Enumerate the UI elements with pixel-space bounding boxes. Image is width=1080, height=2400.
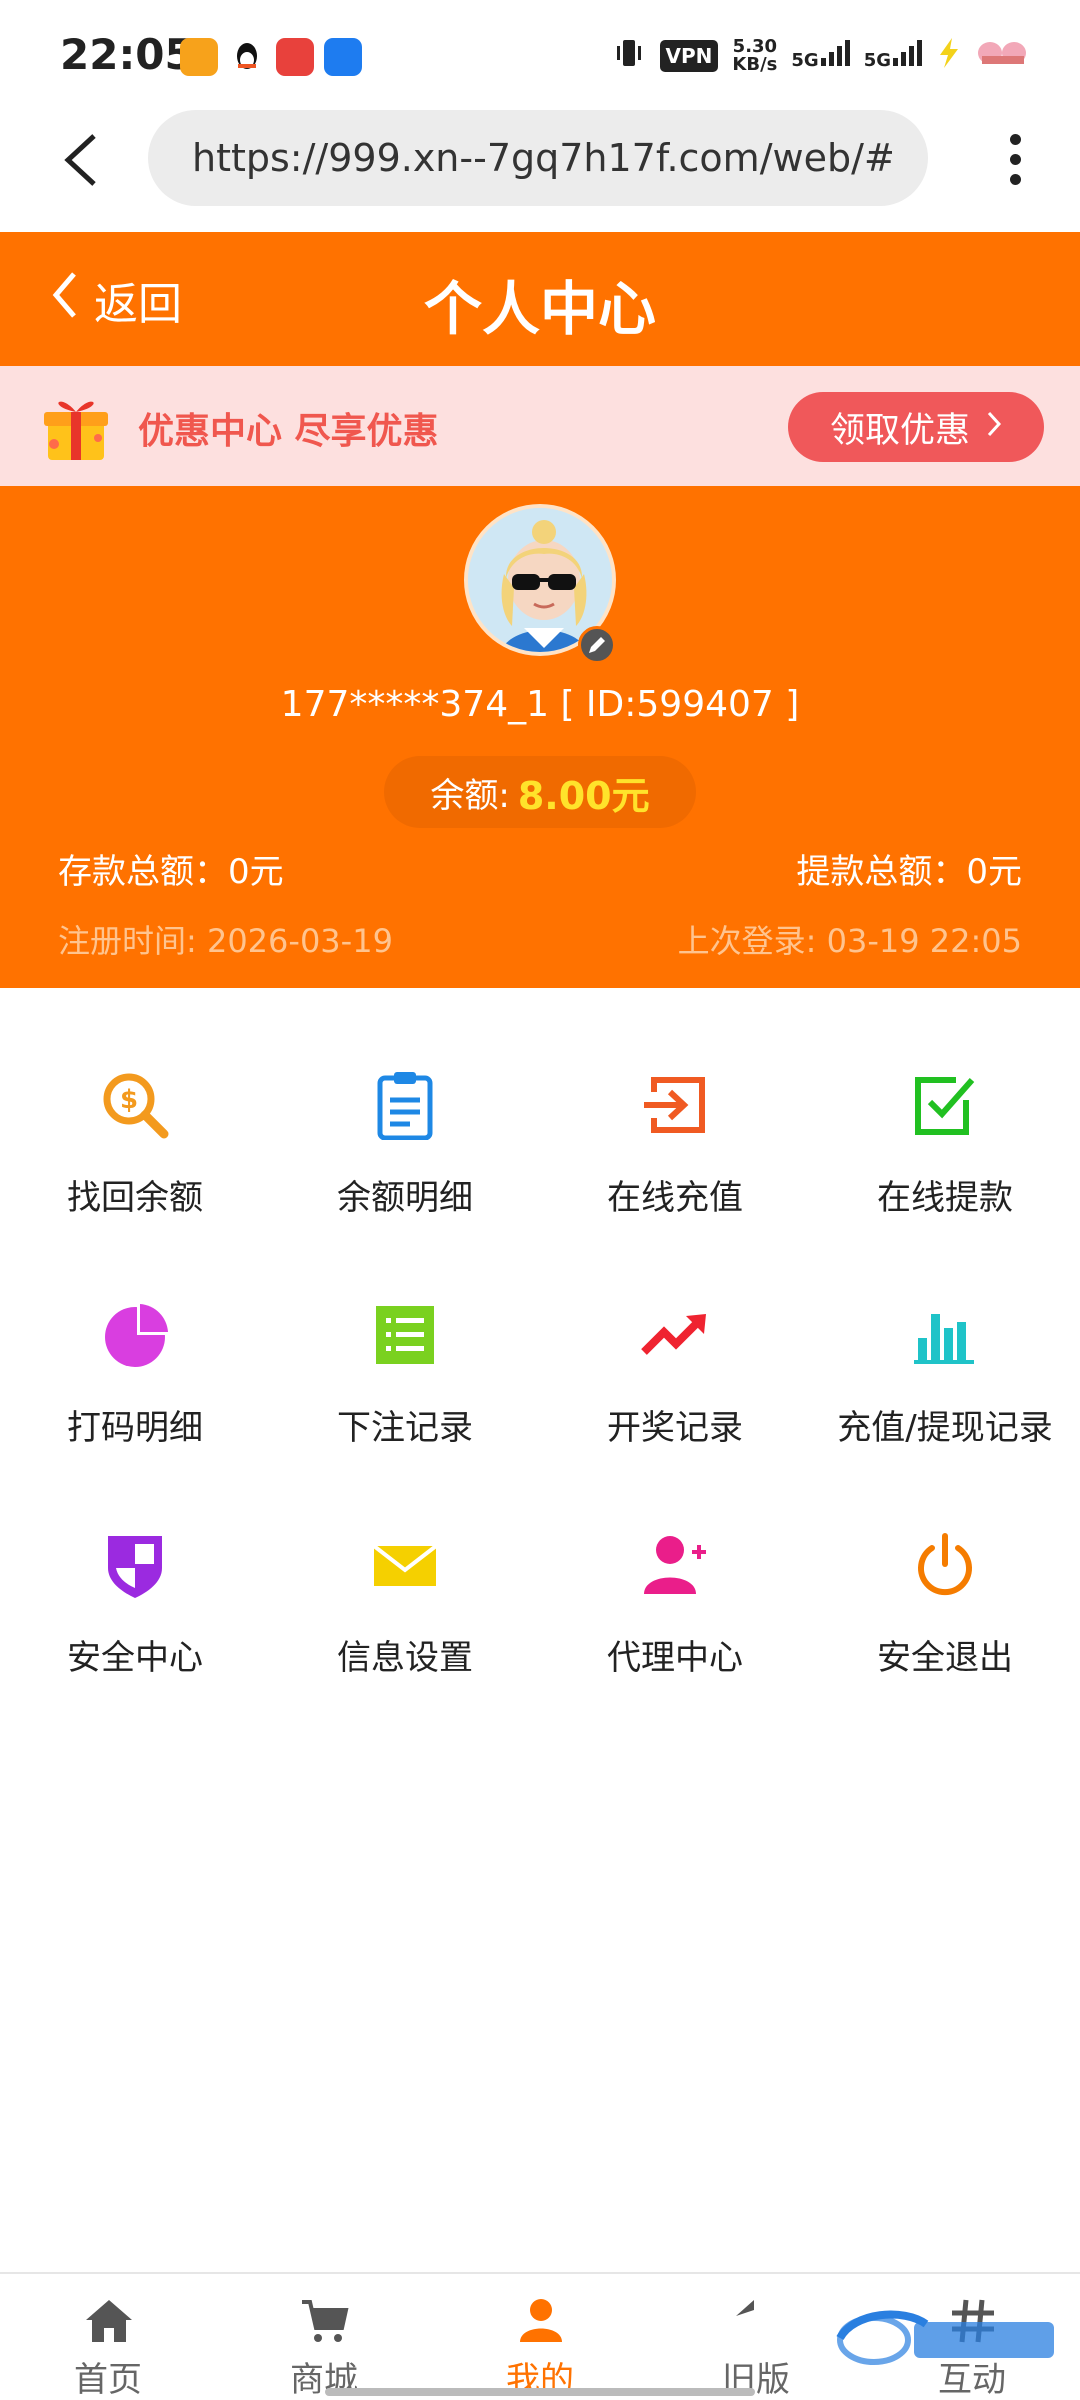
more-options-icon[interactable] bbox=[1010, 134, 1024, 186]
charging-icon bbox=[936, 38, 962, 73]
menu-item-betting-details[interactable]: 打码明细 bbox=[0, 1270, 270, 1470]
speed-unit: KB/s bbox=[732, 53, 778, 75]
add-user-icon bbox=[640, 1530, 710, 1600]
dollar-search-icon: $ bbox=[100, 1070, 170, 1140]
menu-item-online-deposit[interactable]: 在线充值 bbox=[540, 1040, 810, 1240]
watermark-logo bbox=[834, 2294, 1064, 2378]
url-text: https://999.xn--7gq7h17f.com/web/#/ bbox=[192, 136, 892, 180]
browser-back-button[interactable] bbox=[58, 130, 102, 210]
menu-item-deposit-withdraw-records[interactable]: 充值/提现记录 bbox=[810, 1270, 1080, 1470]
svg-text:$: $ bbox=[120, 1085, 138, 1115]
menu-item-recover-balance[interactable]: $ 找回余额 bbox=[0, 1040, 270, 1240]
claim-offer-label: 领取优惠 bbox=[829, 410, 970, 451]
menu-label: 找回余额 bbox=[67, 1178, 203, 1218]
nav-item-shop[interactable]: 商城 bbox=[216, 2274, 432, 2400]
reply-icon bbox=[732, 2296, 782, 2346]
nav-label: 首页 bbox=[74, 2360, 142, 2400]
nfc-app-icon bbox=[324, 38, 362, 76]
register-time: 注册时间: 2026-03-19 bbox=[58, 922, 393, 960]
menu-item-balance-details[interactable]: 余额明细 bbox=[270, 1040, 540, 1240]
pie-chart-icon bbox=[100, 1300, 170, 1370]
menu-item-security-center[interactable]: 安全中心 bbox=[0, 1500, 270, 1700]
login-box-icon bbox=[640, 1070, 710, 1140]
menu-item-info-settings[interactable]: 信息设置 bbox=[270, 1500, 540, 1700]
envelope-icon bbox=[370, 1530, 440, 1600]
menu-label: 下注记录 bbox=[337, 1408, 473, 1448]
network-speed: 5.30 KB/s bbox=[732, 37, 778, 75]
list-icon bbox=[370, 1300, 440, 1370]
home-indicator[interactable] bbox=[325, 2388, 755, 2396]
balance-value: 8.00元 bbox=[517, 773, 650, 818]
cart-icon bbox=[300, 2296, 350, 2346]
menu-item-online-withdraw[interactable]: 在线提款 bbox=[810, 1040, 1080, 1240]
browser-toolbar: https://999.xn--7gq7h17f.com/web/#/ bbox=[0, 110, 1080, 232]
signal-bars-icon bbox=[820, 40, 850, 66]
last-login-time: 上次登录: 03-19 22:05 bbox=[677, 922, 1022, 960]
trend-up-icon bbox=[640, 1300, 710, 1370]
menu-label: 安全中心 bbox=[67, 1638, 203, 1678]
address-bar[interactable]: https://999.xn--7gq7h17f.com/web/#/ bbox=[148, 110, 928, 206]
menu-label: 充值/提现记录 bbox=[837, 1408, 1053, 1448]
menu-label: 打码明细 bbox=[67, 1408, 203, 1448]
balance-label: 余额: bbox=[430, 775, 510, 816]
network-type-1: 5G bbox=[791, 50, 819, 71]
battery-icon bbox=[976, 36, 1030, 75]
promo-banner[interactable]: 优惠中心 尽享优惠 领取优惠 bbox=[0, 366, 1080, 486]
menu-item-agent-center[interactable]: 代理中心 bbox=[540, 1500, 810, 1700]
chevron-right-icon bbox=[986, 407, 1002, 447]
nav-item-home[interactable]: 首页 bbox=[0, 2274, 216, 2400]
claim-offer-button[interactable]: 领取优惠 bbox=[788, 392, 1044, 462]
signal-2: 5G bbox=[864, 40, 922, 71]
shield-icon bbox=[100, 1530, 170, 1600]
user-icon bbox=[516, 2296, 566, 2346]
menu-item-bet-records[interactable]: 下注记录 bbox=[270, 1270, 540, 1470]
status-time: 22:05 bbox=[60, 30, 194, 79]
menu-item-draw-records[interactable]: 开奖记录 bbox=[540, 1270, 810, 1470]
status-bar: 22:05 VPN 5.30 KB/s 5G 5G bbox=[0, 0, 1080, 110]
home-icon bbox=[84, 2296, 134, 2346]
promo-text: 优惠中心 尽享优惠 bbox=[138, 411, 439, 452]
menu-label: 开奖记录 bbox=[607, 1408, 743, 1448]
page-title: 个人中心 bbox=[423, 275, 656, 343]
menu-label: 代理中心 bbox=[607, 1638, 743, 1678]
power-icon bbox=[910, 1530, 980, 1600]
nav-item-old-version[interactable]: 旧版 bbox=[648, 2274, 864, 2400]
menu-label: 余额明细 bbox=[337, 1178, 473, 1218]
network-type-2: 5G bbox=[863, 50, 891, 71]
clipboard-icon bbox=[370, 1070, 440, 1141]
app-notification-icon bbox=[180, 38, 218, 76]
signal-1: 5G bbox=[791, 40, 850, 71]
bar-chart-icon bbox=[910, 1300, 980, 1370]
balance-badge: 余额: 8.00元 bbox=[384, 756, 696, 828]
checkbox-icon bbox=[910, 1070, 980, 1140]
notification-icons bbox=[180, 38, 362, 76]
vibrate-icon bbox=[612, 36, 646, 75]
menu-label: 在线提款 bbox=[877, 1178, 1013, 1218]
withdraw-total: 提款总额：0元 bbox=[796, 852, 1022, 892]
vpn-badge: VPN bbox=[659, 39, 719, 72]
gift-icon bbox=[40, 388, 112, 464]
qq-icon bbox=[228, 38, 266, 76]
edit-avatar-icon[interactable] bbox=[578, 626, 616, 664]
signal-bars-icon bbox=[893, 40, 922, 66]
menu-label: 在线充值 bbox=[607, 1178, 743, 1218]
menu-label: 信息设置 bbox=[337, 1638, 473, 1678]
menu-label: 安全退出 bbox=[877, 1638, 1013, 1678]
profile-card: 177*****374_1 [ ID:599407 ] 余额: 8.00元 存款… bbox=[0, 486, 1080, 988]
status-indicators: VPN 5.30 KB/s 5G 5G bbox=[612, 36, 1030, 75]
game-app-icon bbox=[276, 38, 314, 76]
page-header: 返回 个人中心 bbox=[0, 232, 1080, 366]
deposit-total: 存款总额：0元 bbox=[58, 852, 284, 892]
nav-item-mine[interactable]: 我的 bbox=[432, 2274, 648, 2400]
menu-item-logout[interactable]: 安全退出 bbox=[810, 1500, 1080, 1700]
user-id-text: 177*****374_1 [ ID:599407 ] bbox=[280, 684, 800, 725]
